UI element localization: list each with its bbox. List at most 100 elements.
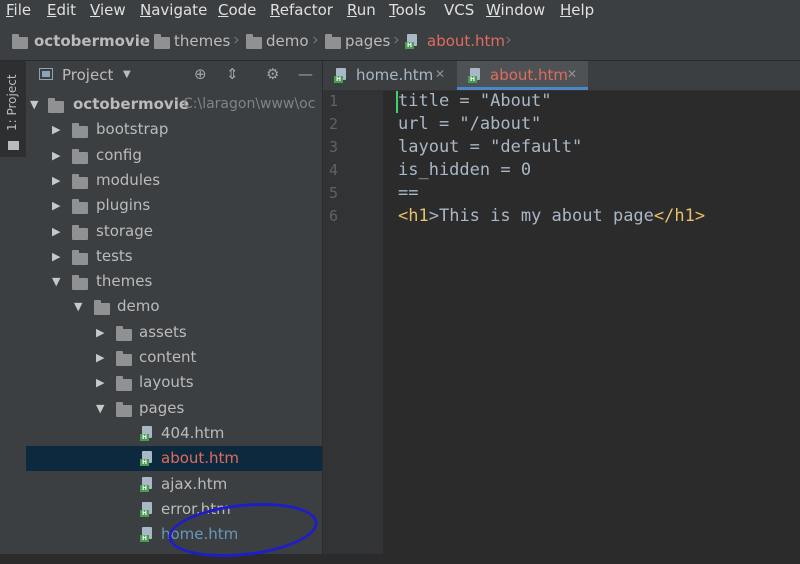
html-text: >This is my about page bbox=[428, 206, 654, 226]
code-line[interactable]: <h1>This is my about page</h1> bbox=[398, 206, 705, 226]
tree-folder-row[interactable]: ▶ layouts bbox=[26, 370, 322, 395]
collapsed-arrow-icon[interactable]: ▶ bbox=[52, 149, 60, 162]
html-tag-name: h1 bbox=[408, 206, 429, 226]
tree-folder-row[interactable]: ▼ themes bbox=[26, 269, 322, 294]
folder-icon bbox=[154, 34, 170, 49]
breadcrumb-item[interactable]: about.htm bbox=[427, 32, 505, 50]
gear-icon[interactable]: ⚙ bbox=[266, 65, 279, 83]
html-file-icon: H bbox=[140, 451, 152, 467]
menu-code[interactable]: Code bbox=[218, 1, 256, 19]
close-icon[interactable]: ✕ bbox=[435, 67, 445, 81]
collapsed-arrow-icon[interactable]: ▶ bbox=[52, 250, 60, 263]
tree-item-label: about.htm bbox=[161, 449, 240, 468]
breadcrumb-item[interactable]: octobermovie bbox=[34, 32, 150, 50]
code-line[interactable]: == bbox=[398, 183, 418, 203]
project-path: C:\laragon\www\oc bbox=[183, 96, 316, 112]
tree-folder-row[interactable]: ▼ octobermovie C:\laragon\www\oc bbox=[26, 92, 322, 117]
menu-refactor[interactable]: Refactor bbox=[270, 1, 333, 19]
tree-item-label: pages bbox=[139, 398, 185, 417]
menu-run[interactable]: Run bbox=[347, 1, 376, 19]
tree-file-row[interactable]: Habout.htm bbox=[26, 446, 322, 472]
menu-view[interactable]: View bbox=[90, 1, 126, 19]
tree-item-label: octobermovie bbox=[73, 95, 190, 113]
menu-tools[interactable]: Tools bbox=[389, 1, 426, 19]
tree-item-label: config bbox=[96, 145, 142, 164]
line-number: 1 bbox=[329, 92, 339, 110]
caret-down-icon[interactable]: ▼ bbox=[123, 69, 131, 80]
breadcrumb-separator: › bbox=[505, 30, 512, 50]
menu-vcs[interactable]: VCS bbox=[444, 1, 474, 19]
menu-edit[interactable]: Edit bbox=[47, 1, 76, 19]
code-line[interactable]: title = "About" bbox=[398, 91, 552, 111]
tree-folder-row[interactable]: ▼ pages bbox=[26, 396, 322, 421]
collapsed-arrow-icon[interactable]: ▶ bbox=[52, 123, 60, 136]
tree-item-label: themes bbox=[96, 272, 153, 291]
collapsed-arrow-icon[interactable]: ▶ bbox=[52, 225, 60, 238]
collapsed-arrow-icon[interactable]: ▶ bbox=[96, 376, 104, 389]
menu-help[interactable]: Help bbox=[560, 1, 594, 19]
folder-icon bbox=[12, 34, 28, 49]
code-line[interactable]: layout = "default" bbox=[398, 137, 582, 157]
line-number: 5 bbox=[329, 184, 339, 202]
tree-item-label: content bbox=[139, 348, 197, 366]
locate-icon[interactable]: ⊕ bbox=[194, 65, 207, 83]
folder-icon bbox=[8, 141, 19, 150]
tree-folder-row[interactable]: ▶ plugins bbox=[26, 193, 322, 218]
tree-folder-row[interactable]: ▶ assets bbox=[26, 320, 322, 345]
editor-area: Hhome.htm ✕ Habout.htm ✕ 123456 title = "Ab… bbox=[323, 61, 800, 554]
breadcrumb: octobermovie › themes › demo › pages › Habout.ht… bbox=[0, 22, 800, 61]
collapsed-arrow-icon[interactable]: ▶ bbox=[96, 326, 104, 339]
breadcrumb-item[interactable]: pages bbox=[345, 32, 390, 50]
tree-folder-row[interactable]: ▶ tests bbox=[26, 244, 322, 269]
collapsed-arrow-icon[interactable]: ▶ bbox=[96, 351, 104, 364]
tree-folder-row[interactable]: ▶ content bbox=[26, 345, 322, 370]
code-line[interactable]: is_hidden = 0 bbox=[398, 160, 531, 180]
close-icon[interactable]: ✕ bbox=[567, 67, 577, 81]
tab-label: about.htm bbox=[490, 66, 569, 84]
minimize-icon[interactable]: — bbox=[298, 65, 313, 83]
folder-icon bbox=[325, 34, 341, 49]
tree-folder-row[interactable]: ▶ bootstrap bbox=[26, 117, 322, 142]
menu-bar: File Edit View Navigate Code Refactor Run Tools… bbox=[0, 0, 800, 22]
menu-navigate[interactable]: Navigate bbox=[140, 1, 207, 19]
code-line[interactable]: url = "/about" bbox=[398, 114, 541, 134]
breadcrumb-item[interactable]: themes bbox=[174, 32, 230, 50]
folder-icon bbox=[72, 173, 88, 189]
folder-icon bbox=[72, 275, 88, 291]
html-file-icon: H bbox=[140, 425, 152, 441]
html-tag-bracket: </ bbox=[653, 206, 675, 226]
project-panel-title[interactable]: Project bbox=[62, 66, 113, 84]
expanded-arrow-icon[interactable]: ▼ bbox=[52, 275, 60, 288]
folder-icon bbox=[94, 300, 110, 316]
breadcrumb-item[interactable]: demo bbox=[266, 32, 309, 50]
expanded-arrow-icon[interactable]: ▼ bbox=[30, 98, 38, 111]
expanded-arrow-icon[interactable]: ▼ bbox=[96, 402, 104, 415]
project-tool-tab[interactable]: 1: Project bbox=[0, 61, 26, 157]
editor-tab[interactable]: Habout.htm ✕ bbox=[457, 61, 588, 90]
tree-folder-row[interactable]: ▶ config bbox=[26, 143, 322, 168]
breadcrumb-separator: › bbox=[312, 30, 319, 50]
line-number: 2 bbox=[329, 115, 339, 133]
menu-window[interactable]: Window bbox=[486, 1, 545, 19]
collapsed-arrow-icon[interactable]: ▶ bbox=[52, 199, 60, 212]
folder-icon bbox=[72, 148, 88, 164]
collapsed-arrow-icon[interactable]: ▶ bbox=[52, 174, 60, 187]
breadcrumb-separator: › bbox=[141, 30, 148, 50]
folder-icon bbox=[116, 376, 132, 392]
tree-file-row[interactable]: Hajax.htm bbox=[26, 472, 322, 497]
html-file-icon: H bbox=[140, 501, 152, 517]
collapse-icon[interactable]: ⇕ bbox=[226, 65, 239, 83]
tree-item-label: ajax.htm bbox=[161, 474, 228, 493]
expanded-arrow-icon[interactable]: ▼ bbox=[74, 300, 82, 313]
menu-file[interactable]: File bbox=[6, 1, 31, 19]
line-number: 6 bbox=[329, 207, 339, 225]
editor-tab[interactable]: Hhome.htm ✕ bbox=[323, 61, 456, 90]
tree-folder-row[interactable]: ▶ modules bbox=[26, 168, 322, 193]
html-file-icon: H bbox=[468, 68, 480, 83]
folder-icon bbox=[72, 249, 88, 265]
tree-folder-row[interactable]: ▶ storage bbox=[26, 219, 322, 244]
tree-folder-row[interactable]: ▼ demo bbox=[26, 294, 322, 319]
tree-file-row[interactable]: H 404.htm bbox=[26, 421, 322, 446]
text-caret bbox=[396, 91, 398, 113]
folder-icon bbox=[116, 325, 132, 341]
